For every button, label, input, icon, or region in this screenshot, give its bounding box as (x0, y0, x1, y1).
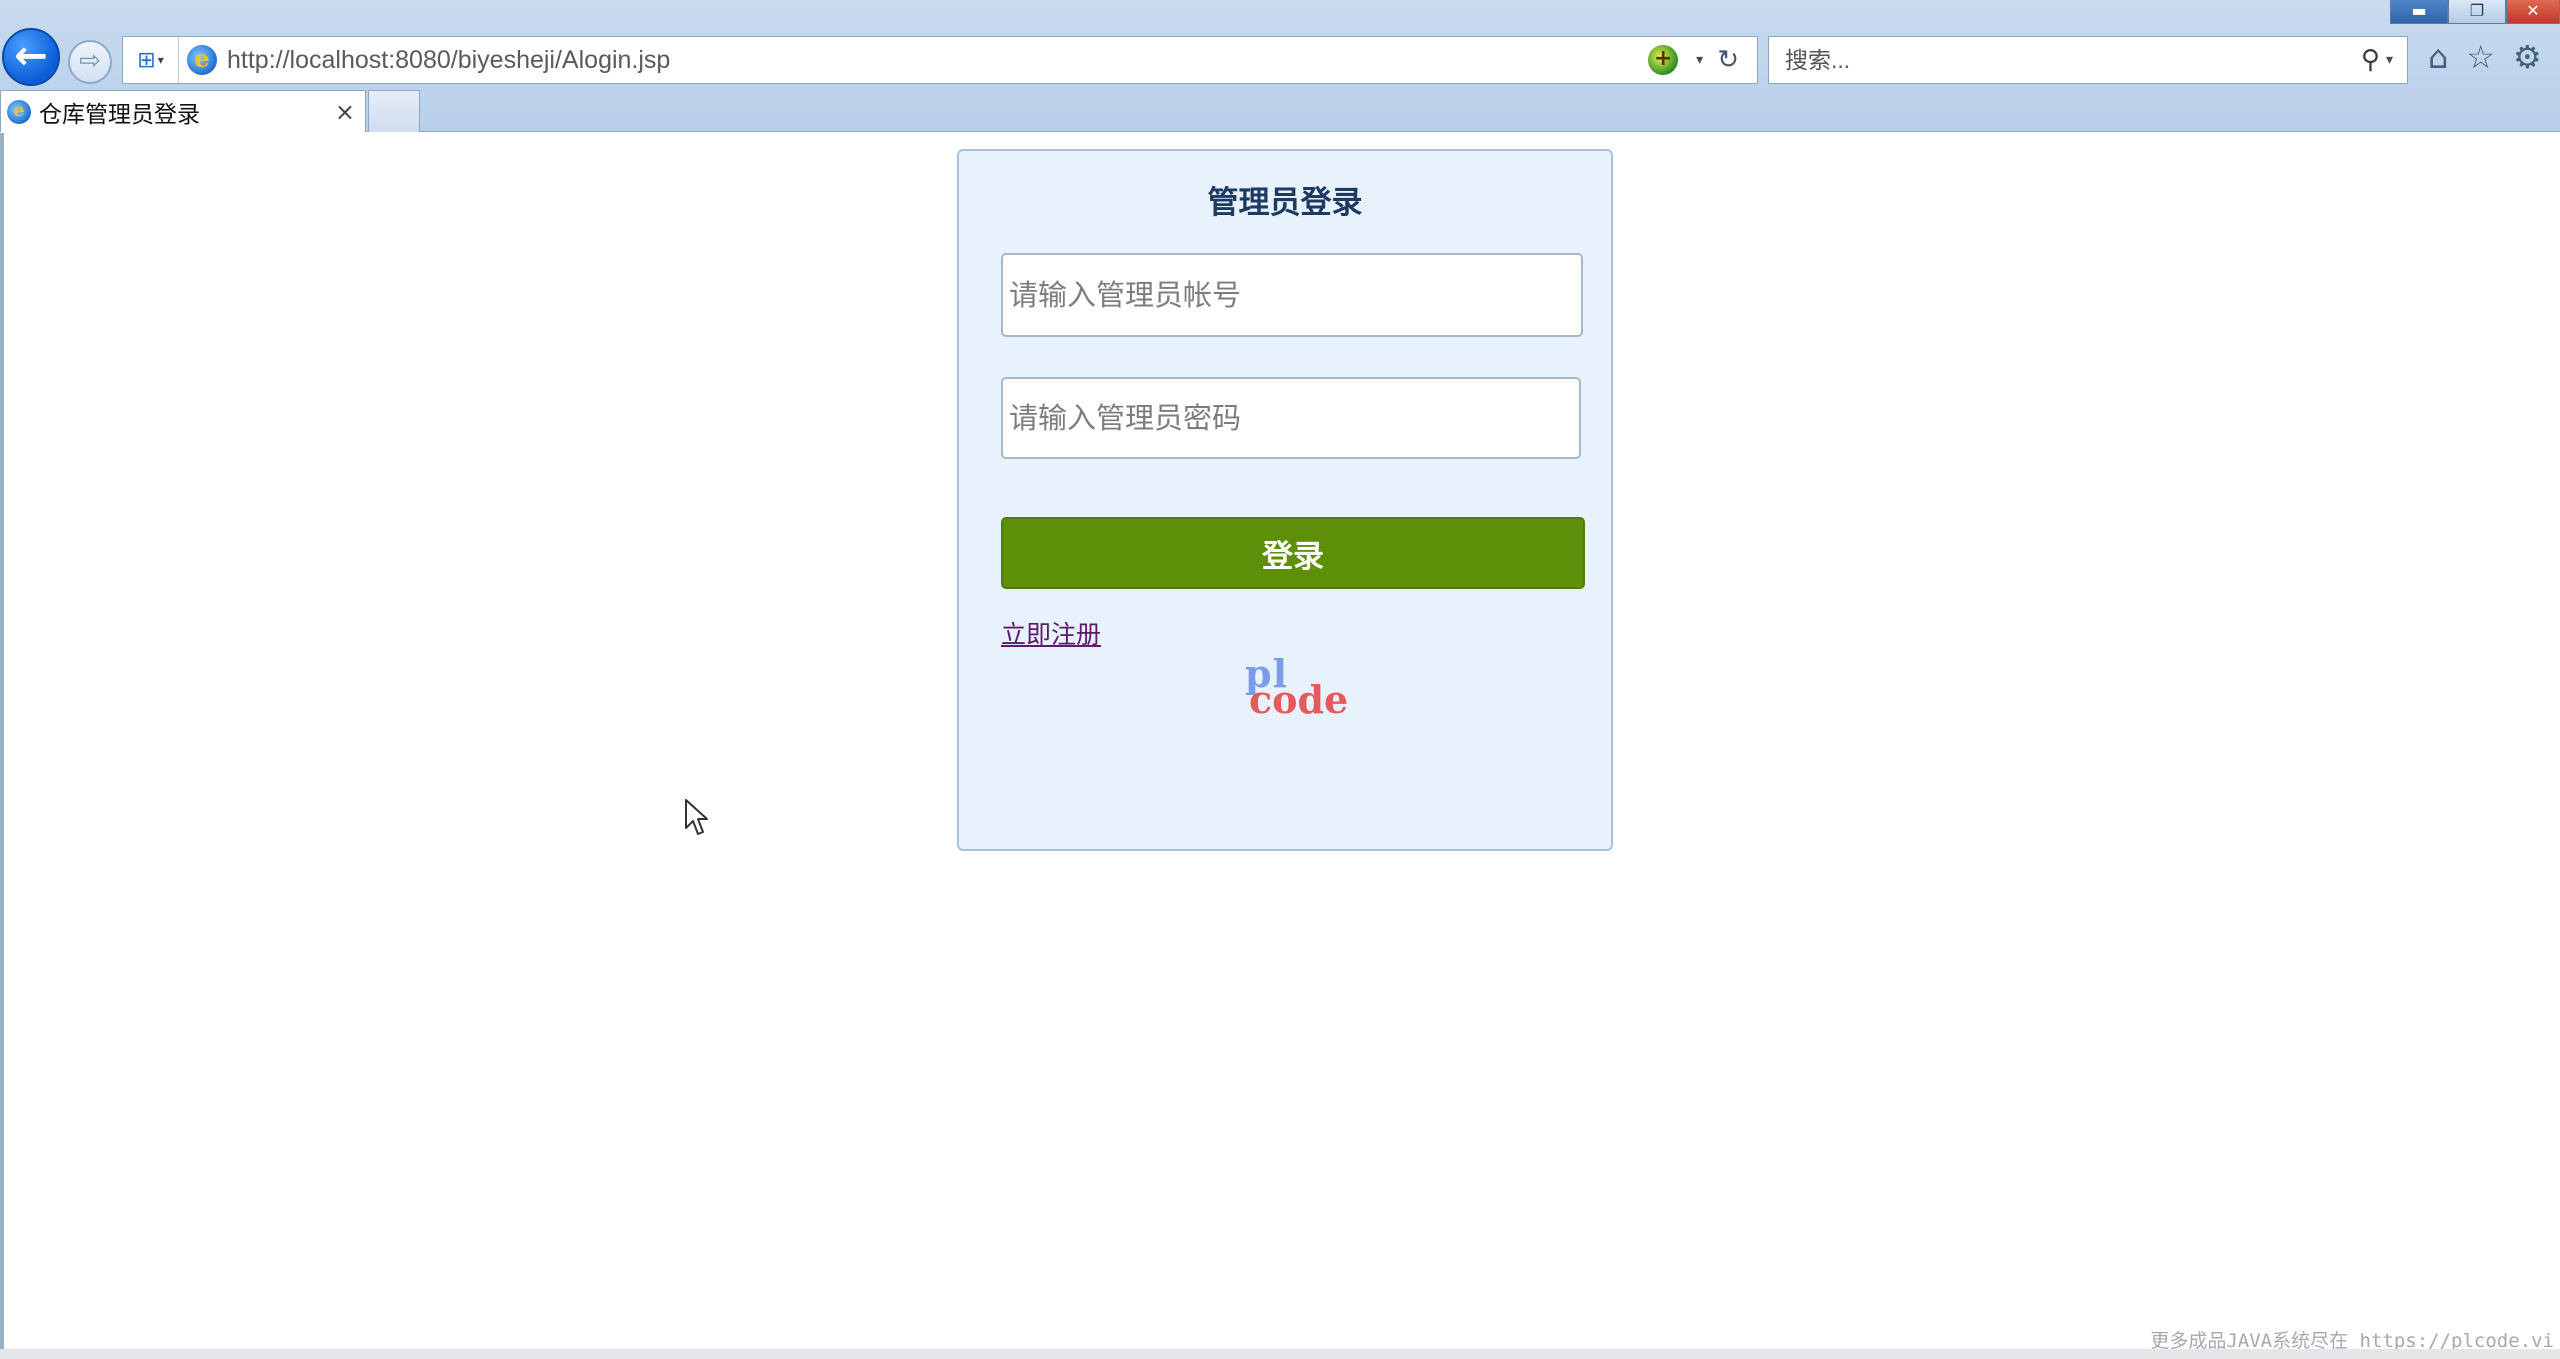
forward-arrow-icon: ⇨ (79, 46, 101, 76)
search-input[interactable] (1783, 45, 2361, 75)
login-title: 管理员登录 (1207, 185, 1363, 221)
page-content: 管理员登录 登录 立即注册 pl code 更多成品JAVA系统尽在 https… (0, 133, 2560, 1359)
mouse-cursor-icon (685, 799, 708, 835)
window-controls: ▬ ❐ ✕ (2390, 0, 2560, 24)
search-dropdown-icon[interactable]: ▾ (2386, 52, 2393, 68)
minimize-icon: ▬ (2411, 1, 2427, 20)
search-icon[interactable]: ⚲ (2361, 45, 2380, 75)
minimize-button[interactable]: ▬ (2390, 0, 2448, 24)
address-bar[interactable]: ⊞ ▾ e http://localhost:8080/biyesheji/Al… (122, 36, 1758, 84)
back-arrow-icon: ← (14, 33, 48, 79)
logo-text-bottom: code (1249, 677, 1349, 722)
login-panel: 管理员登录 登录 立即注册 pl code (957, 149, 1613, 851)
ie-page-icon: e (187, 45, 217, 75)
tab-ie-icon: e (7, 99, 31, 124)
restore-button[interactable]: ❐ (2448, 0, 2506, 24)
bottom-edge (0, 1349, 2560, 1359)
refresh-icon[interactable]: ↻ (1717, 45, 1739, 75)
settings-gear-icon[interactable]: ⚙ (2513, 38, 2542, 76)
login-button[interactable]: 登录 (1001, 517, 1585, 589)
close-icon: ✕ (2526, 1, 2540, 20)
forward-button[interactable]: ⇨ (68, 40, 112, 84)
close-window-button[interactable]: ✕ (2506, 0, 2560, 24)
shield-dropdown-icon: ▾ (157, 53, 164, 67)
security-shield-button[interactable]: ⊞ ▾ (123, 37, 179, 83)
url-text[interactable]: http://localhost:8080/biyesheji/Alogin.j… (227, 46, 1648, 75)
shield-icon: ⊞ (137, 47, 156, 73)
toolbar-icons: ⌂ ☆ ⚙ (2428, 38, 2542, 76)
search-bar: ⚲ ▾ (1768, 36, 2408, 84)
address-dropdown-icon[interactable]: ▾ (1696, 52, 1703, 68)
account-input[interactable] (1001, 253, 1583, 337)
restore-icon: ❐ (2469, 1, 2485, 20)
tab-title: 仓库管理员登录 (39, 101, 200, 128)
browser-chrome: ▬ ❐ ✕ ← ⇨ ⊞ ▾ e http://localhost:8080/bi… (0, 0, 2560, 132)
plcode-logo: pl code (1245, 651, 1355, 722)
password-input[interactable] (1001, 377, 1581, 459)
home-icon[interactable]: ⌂ (2428, 38, 2448, 76)
new-tab-button[interactable] (368, 90, 420, 132)
back-button[interactable]: ← (2, 28, 60, 86)
favorites-star-icon[interactable]: ☆ (2466, 38, 2495, 76)
tab-active[interactable]: e 仓库管理员登录 × (0, 90, 366, 132)
register-link[interactable]: 立即注册 (1001, 615, 1101, 651)
tab-close-icon[interactable]: × (335, 98, 355, 126)
compatibility-view-icon[interactable]: + (1648, 45, 1679, 75)
